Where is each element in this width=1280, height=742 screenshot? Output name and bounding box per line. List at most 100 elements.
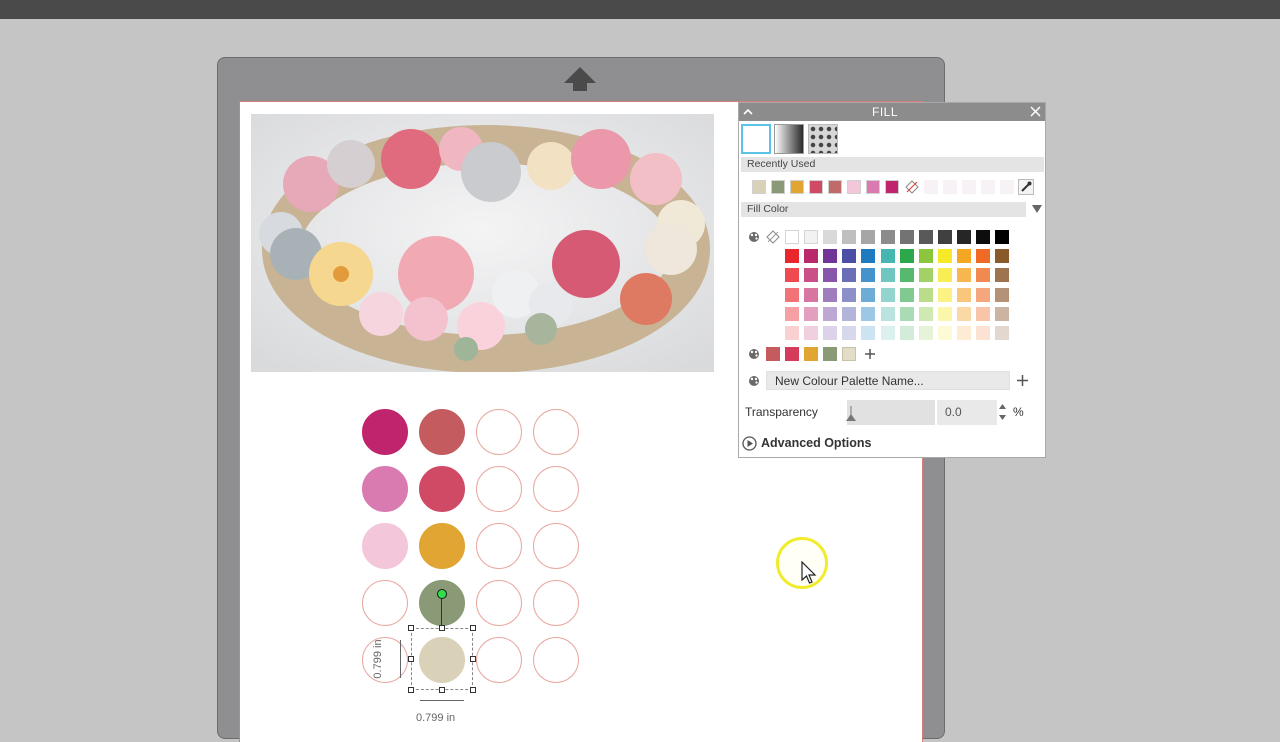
color-swatch[interactable] <box>937 287 952 302</box>
color-swatch[interactable] <box>995 268 1010 283</box>
color-swatch[interactable] <box>804 326 819 340</box>
colored-circle[interactable] <box>362 523 408 569</box>
resize-handle[interactable] <box>470 687 476 693</box>
color-swatch[interactable] <box>899 268 914 283</box>
color-swatch[interactable] <box>976 326 990 340</box>
color-swatch[interactable] <box>918 268 933 283</box>
color-swatch[interactable] <box>785 230 799 244</box>
selection-box[interactable] <box>411 628 473 690</box>
empty-circle[interactable] <box>476 409 522 455</box>
transparency-slider[interactable] <box>845 400 935 425</box>
empty-circle[interactable] <box>362 637 408 683</box>
resize-handle[interactable] <box>408 656 414 662</box>
resize-handle[interactable] <box>408 625 414 631</box>
custom-swatch[interactable] <box>766 347 780 361</box>
color-swatch[interactable] <box>861 230 876 244</box>
color-swatch[interactable] <box>842 306 857 321</box>
advanced-options-label[interactable]: Advanced Options <box>761 436 871 450</box>
color-swatch[interactable] <box>956 249 971 264</box>
recent-swatch[interactable] <box>885 180 899 194</box>
color-swatch[interactable] <box>956 326 971 340</box>
color-swatch[interactable] <box>976 230 990 244</box>
color-swatch[interactable] <box>918 326 933 340</box>
color-swatch[interactable] <box>976 287 990 302</box>
wreath-photo[interactable] <box>251 114 714 372</box>
color-swatch[interactable] <box>785 249 799 264</box>
palette-name-input[interactable]: New Colour Palette Name... <box>766 371 1010 390</box>
color-swatch[interactable] <box>956 287 971 302</box>
color-swatch[interactable] <box>861 306 876 321</box>
color-swatch[interactable] <box>899 230 914 244</box>
recent-swatch[interactable] <box>771 180 785 194</box>
expand-arrow-icon[interactable] <box>742 436 757 451</box>
color-swatch[interactable] <box>804 268 819 283</box>
recent-swatch[interactable] <box>809 180 823 194</box>
color-swatch[interactable] <box>976 268 990 283</box>
color-swatch[interactable] <box>899 326 914 340</box>
slider-thumb-icon[interactable] <box>845 406 859 422</box>
empty-circle[interactable] <box>533 580 579 626</box>
color-swatch[interactable] <box>976 249 990 264</box>
eyedropper-icon[interactable] <box>1018 179 1034 195</box>
color-swatch[interactable] <box>861 249 876 264</box>
color-swatch[interactable] <box>804 287 819 302</box>
recent-swatch[interactable] <box>847 180 861 194</box>
empty-circle[interactable] <box>533 409 579 455</box>
color-swatch[interactable] <box>785 287 799 302</box>
recent-swatch[interactable] <box>828 180 842 194</box>
empty-circle[interactable] <box>533 466 579 512</box>
color-swatch[interactable] <box>995 306 1010 321</box>
custom-swatch[interactable] <box>785 347 800 361</box>
color-swatch[interactable] <box>880 287 895 302</box>
custom-swatch[interactable] <box>842 347 857 361</box>
color-swatch[interactable] <box>785 326 799 340</box>
empty-circle[interactable] <box>533 637 579 683</box>
recent-swatch[interactable] <box>752 180 766 194</box>
close-icon[interactable] <box>1030 106 1041 117</box>
empty-circle[interactable] <box>362 580 408 626</box>
color-swatch[interactable] <box>995 287 1010 302</box>
colored-circle[interactable] <box>419 580 465 626</box>
color-swatch[interactable] <box>861 287 876 302</box>
color-swatch[interactable] <box>842 268 857 283</box>
color-swatch[interactable] <box>899 287 914 302</box>
color-swatch[interactable] <box>823 230 838 244</box>
resize-handle[interactable] <box>439 625 445 631</box>
colored-circle[interactable] <box>419 466 465 512</box>
color-swatch[interactable] <box>937 249 952 264</box>
colored-circle[interactable] <box>362 409 408 455</box>
color-swatch[interactable] <box>880 326 895 340</box>
color-swatch[interactable] <box>995 249 1010 264</box>
empty-circle[interactable] <box>533 523 579 569</box>
color-swatch[interactable] <box>804 249 819 264</box>
rotate-handle[interactable] <box>437 589 447 599</box>
custom-swatch[interactable] <box>804 347 819 361</box>
color-swatch[interactable] <box>995 326 1010 340</box>
empty-circle[interactable] <box>476 637 522 683</box>
empty-circle[interactable] <box>476 580 522 626</box>
color-swatch[interactable] <box>842 230 857 244</box>
color-swatch[interactable] <box>880 249 895 264</box>
resize-handle[interactable] <box>470 625 476 631</box>
colored-circle[interactable] <box>419 409 465 455</box>
color-swatch[interactable] <box>823 287 838 302</box>
add-color-icon[interactable] <box>864 348 876 360</box>
color-swatch[interactable] <box>918 306 933 321</box>
add-palette-icon[interactable] <box>1016 374 1029 387</box>
pattern-fill-button[interactable] <box>808 124 838 154</box>
color-swatch[interactable] <box>937 268 952 283</box>
color-swatch[interactable] <box>956 306 971 321</box>
color-swatch[interactable] <box>861 326 876 340</box>
dropdown-arrow-icon[interactable] <box>1031 204 1043 214</box>
resize-handle[interactable] <box>470 656 476 662</box>
recent-swatch[interactable] <box>790 180 804 194</box>
color-swatch[interactable] <box>937 306 952 321</box>
color-swatch[interactable] <box>956 230 971 244</box>
color-swatch[interactable] <box>823 306 838 321</box>
color-swatch[interactable] <box>937 230 952 244</box>
recent-swatch[interactable] <box>866 180 880 194</box>
color-swatch[interactable] <box>937 326 952 340</box>
no-fill-swatch[interactable] <box>905 180 919 194</box>
color-swatch[interactable] <box>842 249 857 264</box>
color-swatch[interactable] <box>823 326 838 340</box>
